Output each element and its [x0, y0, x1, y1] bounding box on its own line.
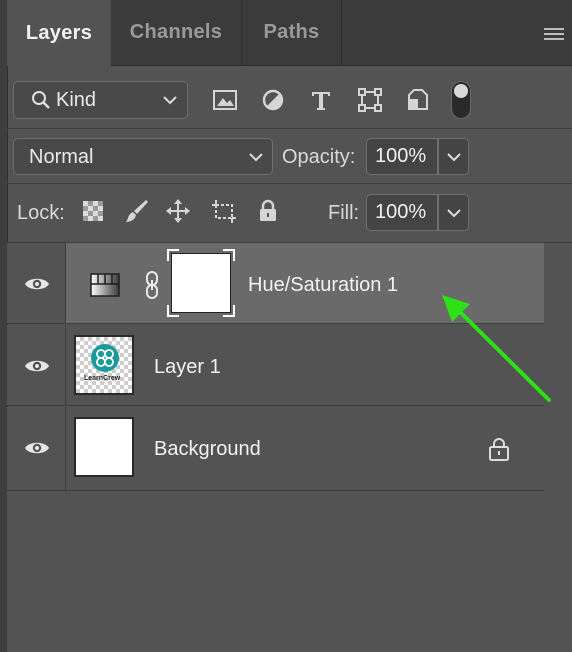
layers-panel: Layers Channels Paths Kind Normal Opacit…: [0, 0, 572, 652]
green-arrow-annotation: [442, 295, 551, 402]
